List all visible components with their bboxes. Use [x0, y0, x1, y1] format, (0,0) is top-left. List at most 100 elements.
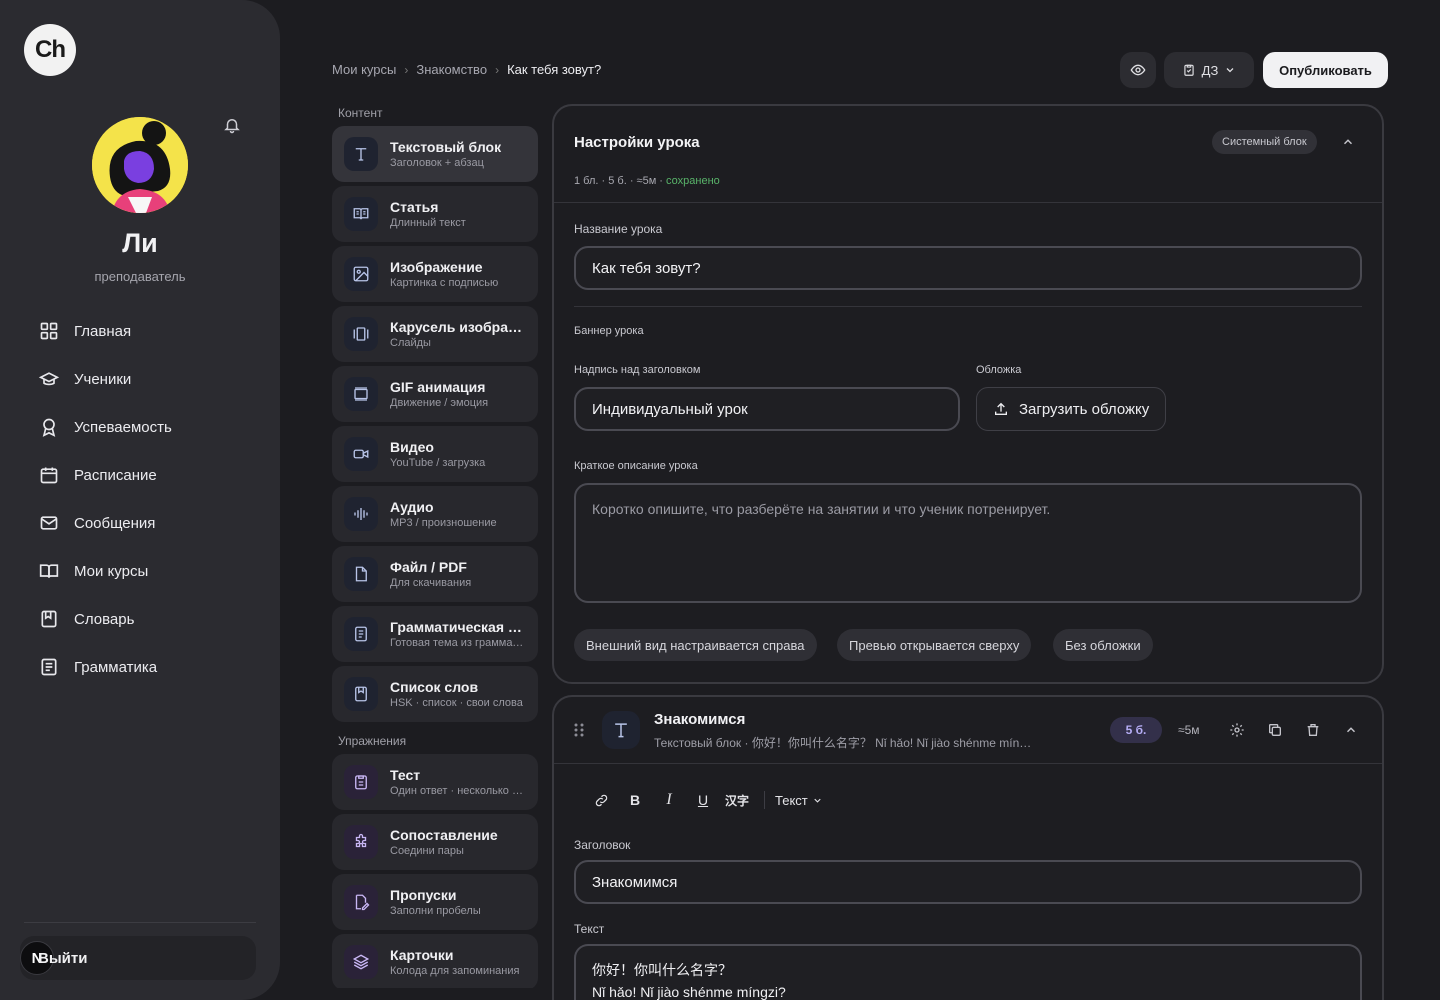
- logout-button[interactable]: N Выйти: [20, 936, 256, 980]
- palette-item-article[interactable]: Статья Длинный текст: [332, 186, 538, 242]
- palette-item-title: Текстовый блок: [390, 139, 502, 155]
- drag-handle-icon[interactable]: [574, 723, 584, 742]
- palette-item-sub: HSK · список · свои слова: [390, 697, 523, 709]
- chevron-up-icon[interactable]: [1340, 719, 1362, 741]
- text-format-dropdown[interactable]: Текст: [775, 793, 823, 808]
- rich-text-toolbar: B I U 汉字 Текст: [584, 787, 823, 813]
- copy-icon[interactable]: [1264, 719, 1286, 741]
- gear-icon[interactable]: [1226, 719, 1248, 741]
- palette-item-title: Файл / PDF: [390, 559, 467, 575]
- upload-cover-button[interactable]: Загрузить обложку: [976, 387, 1167, 431]
- palette-item-sub: Картинка с подписью: [390, 277, 499, 289]
- nav-label: Мои курсы: [74, 562, 149, 580]
- palette-item-sub: Слайды: [390, 337, 431, 349]
- palette-item-wordlist[interactable]: Список слов HSK · список · свои слова: [332, 666, 538, 722]
- text-editor[interactable]: 你好！你叫什么名字？ Nǐ hǎo! Nǐ jiào shénme míngzi…: [574, 944, 1362, 1000]
- breadcrumb-current: Как тебя зовут?: [507, 62, 602, 77]
- homework-label: ДЗ: [1201, 62, 1219, 78]
- palette-item-sub: Для скачивания: [390, 577, 472, 589]
- description-textarea[interactable]: Коротко опишите, что разберёте на заняти…: [574, 483, 1362, 603]
- heading-input[interactable]: Знакомимся: [574, 860, 1362, 904]
- nav-item-grammar[interactable]: Грамматика: [38, 643, 258, 691]
- text-line: Nǐ hǎo! Nǐ jiào shénme míngzi?: [592, 984, 786, 1000]
- user-name: Ли: [122, 228, 158, 258]
- user-role: преподаватель: [94, 269, 186, 284]
- palette-section-label: Упражнения: [338, 734, 407, 748]
- chevron-down-icon: [1226, 68, 1234, 73]
- palette-item-sub: Заголовок + абзац: [390, 157, 484, 169]
- nav-item-progress[interactable]: Успеваемость: [38, 403, 258, 451]
- palette-item-text[interactable]: Текстовый блок Заголовок + абзац: [332, 126, 538, 182]
- palette-item-carousel[interactable]: Карусель изображений Слайды: [332, 306, 538, 362]
- hint-chip: Внешний вид настраивается справа: [574, 629, 817, 661]
- avatar[interactable]: [92, 117, 188, 213]
- palette-item-file[interactable]: Файл / PDF Для скачивания: [332, 546, 538, 602]
- nav-label: Ученики: [74, 370, 132, 388]
- palette-item-audio[interactable]: Аудио MP3 / произношение: [332, 486, 538, 542]
- publish-button[interactable]: Опубликовать: [1263, 52, 1388, 88]
- palette-item-title: Список слов: [390, 679, 479, 695]
- nav-label: Словарь: [74, 610, 135, 628]
- text-icon: [602, 711, 640, 749]
- homework-dropdown[interactable]: ДЗ: [1164, 52, 1254, 88]
- graduation-cap-icon: [38, 372, 60, 386]
- palette-item-title: Тест: [390, 767, 421, 783]
- italic-icon[interactable]: I: [652, 787, 686, 813]
- nav-label: Расписание: [74, 466, 157, 484]
- palette-item-title: Видео: [390, 439, 434, 455]
- nav-item-home[interactable]: Главная: [38, 307, 258, 355]
- notebook-icon: [41, 658, 57, 676]
- over-title-input[interactable]: Индивидуальный урок: [574, 387, 960, 431]
- lesson-name-input[interactable]: Как тебя зовут?: [574, 246, 1362, 290]
- block-subtitle: Текстовый блок · 你好！你叫什么名字？ Nǐ hǎo! Nǐ j…: [654, 736, 1034, 750]
- bell-icon[interactable]: [220, 113, 244, 137]
- nav-item-schedule[interactable]: Расписание: [38, 451, 258, 499]
- link-icon[interactable]: [584, 787, 618, 813]
- palette-item-video[interactable]: Видео YouTube / загрузка: [332, 426, 538, 482]
- audio-icon: [344, 497, 378, 531]
- calendar-icon: [40, 467, 58, 484]
- nav-item-courses[interactable]: Мои курсы: [38, 547, 258, 595]
- text-format-label: Текст: [775, 792, 808, 808]
- palette-item-title: Изображение: [390, 259, 483, 275]
- lesson-settings-card: Настройки урока Системный блок 1 бл. · 5…: [552, 104, 1384, 684]
- preview-button[interactable]: [1120, 52, 1156, 88]
- article-icon: [344, 197, 378, 231]
- palette-item-title: Карусель изображений: [390, 319, 528, 335]
- hanzi-button[interactable]: 汉字: [720, 787, 754, 813]
- nav-item-messages[interactable]: Сообщения: [38, 499, 258, 547]
- palette-item-gif[interactable]: GIF анимация Движение / эмоция: [332, 366, 538, 422]
- breadcrumb-item[interactable]: Знакомство: [416, 62, 487, 77]
- trash-icon[interactable]: [1302, 719, 1324, 741]
- palette-item-quiz[interactable]: Тест Один ответ · несколько ответов: [332, 754, 538, 810]
- palette-item-image[interactable]: Изображение Картинка с подписью: [332, 246, 538, 302]
- book-open-icon: [39, 564, 59, 578]
- text-block-card: Знакомимся Текстовый блок · 你好！你叫什么名字？ N…: [552, 695, 1384, 1000]
- palette-item-cards[interactable]: Карточки Колода для запоминания: [332, 934, 538, 988]
- underline-icon[interactable]: U: [686, 787, 720, 813]
- gif-icon: [344, 377, 378, 411]
- chevron-up-icon[interactable]: [1338, 132, 1358, 152]
- app-logo[interactable]: Ch: [24, 24, 76, 76]
- bold-icon[interactable]: B: [618, 787, 652, 813]
- upload-icon: [995, 402, 1007, 415]
- palette-item-sub: Готовая тема из грамматики: [390, 637, 528, 649]
- palette-item-matching[interactable]: Сопоставление Соедини пары: [332, 814, 538, 870]
- field-label: Надпись над заголовком: [574, 364, 701, 376]
- breadcrumb-item[interactable]: Мои курсы: [332, 62, 396, 77]
- palette-item-title: Карточки: [390, 947, 454, 963]
- field-label: Заголовок: [574, 838, 631, 852]
- text-icon: [344, 137, 378, 171]
- field-label: Обложка: [976, 364, 1022, 376]
- palette-item-sub: Соедини пары: [390, 845, 464, 857]
- palette-item-sub: MP3 / произношение: [390, 517, 497, 529]
- quiz-icon: [344, 765, 378, 799]
- palette-item-gaps[interactable]: Пропуски Заполни пробелы: [332, 874, 538, 930]
- nav-item-dictionary[interactable]: Словарь: [38, 595, 258, 643]
- nav-item-students[interactable]: Ученики: [38, 355, 258, 403]
- video-icon: [344, 437, 378, 471]
- score-badge[interactable]: 5 б.: [1110, 717, 1162, 743]
- palette-item-title: Статья: [390, 199, 439, 215]
- upload-label: Загрузить обложку: [1019, 400, 1150, 418]
- palette-item-grammar[interactable]: Грамматическая тема Готовая тема из грамм…: [332, 606, 538, 662]
